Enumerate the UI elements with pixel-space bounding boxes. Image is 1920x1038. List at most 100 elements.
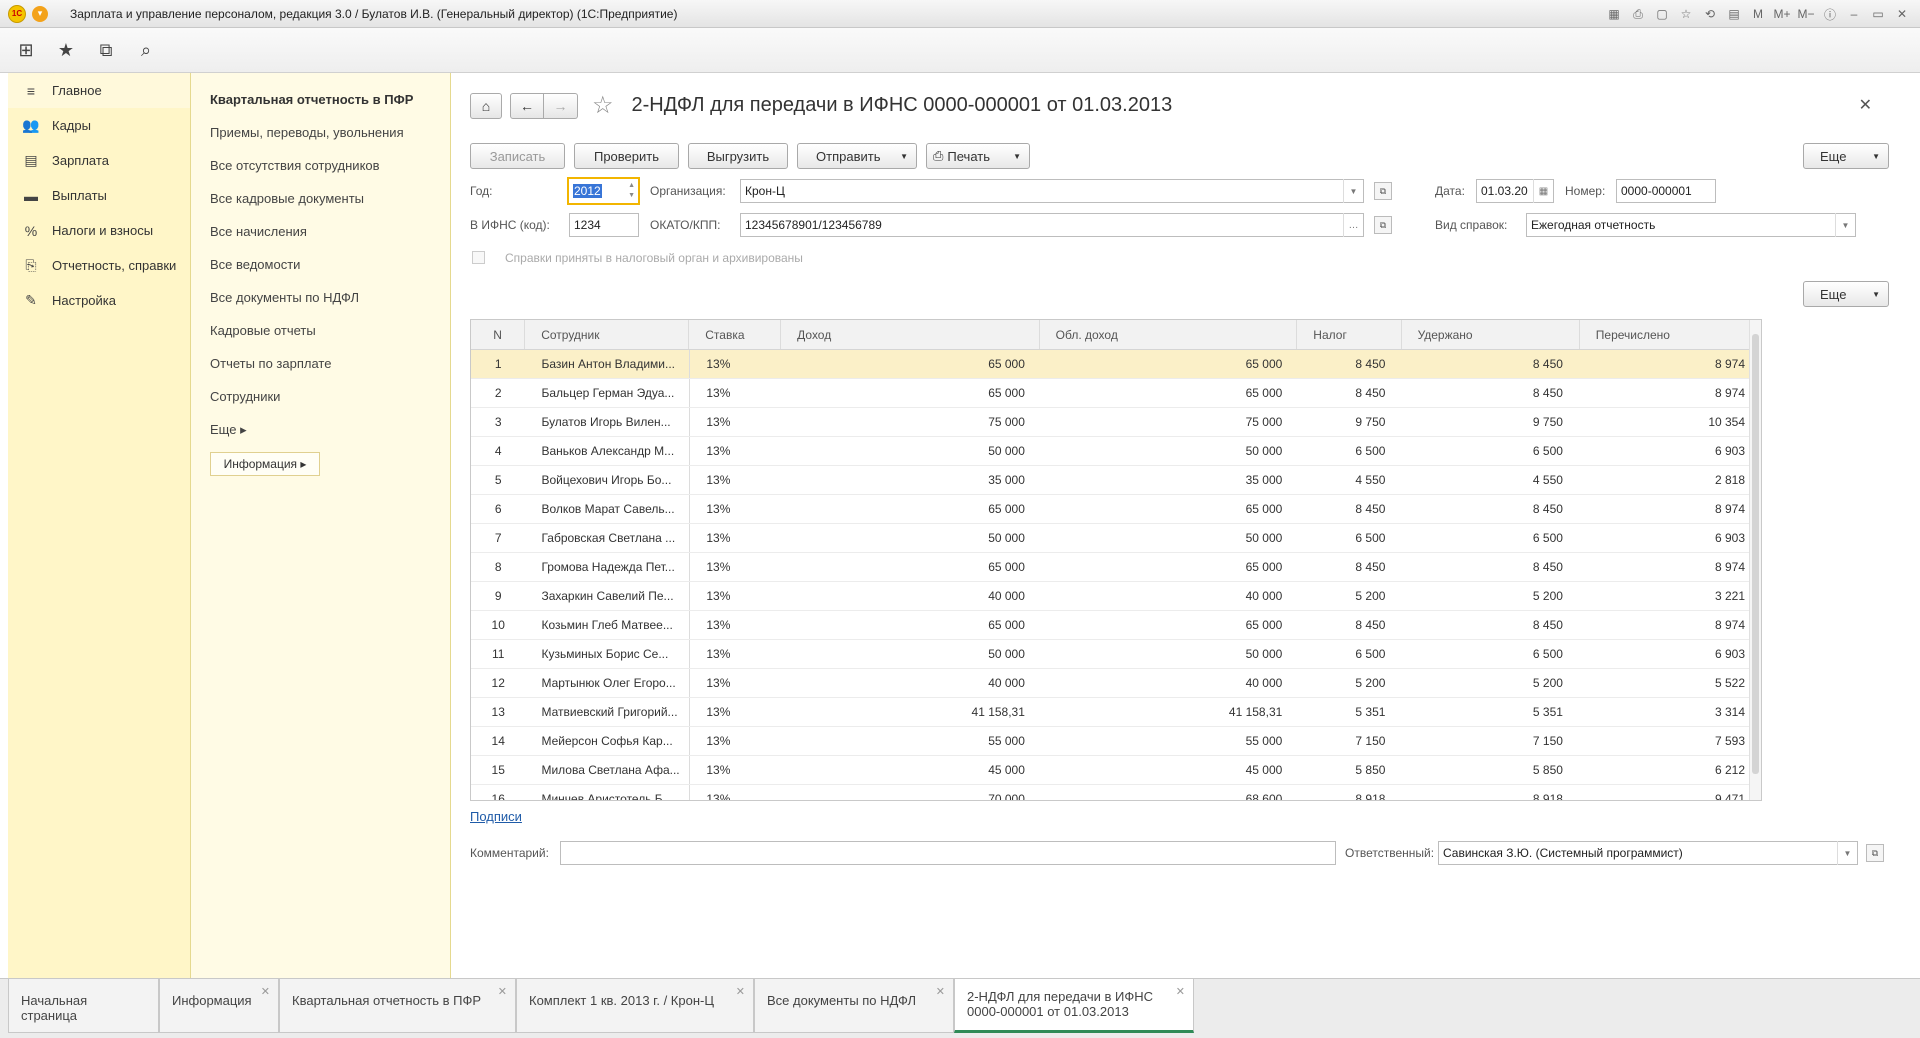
memory-minus-icon[interactable]: M− — [1796, 4, 1816, 24]
sidebar-item-main[interactable]: ≡ Главное — [8, 73, 190, 108]
print-icon[interactable]: ⎙ — [1628, 4, 1648, 24]
open-organization-icon[interactable]: ⧉ — [1374, 182, 1392, 200]
sidebar-item-payments[interactable]: ▬ Выплаты — [8, 178, 190, 213]
column-header-transferred[interactable]: Перечислено — [1580, 320, 1761, 349]
dropdown-icon[interactable]: ▼ — [1343, 179, 1363, 203]
info-button[interactable]: Информация ▸ — [210, 452, 320, 476]
sidebar-item-settings[interactable]: ✎ Настройка — [8, 283, 190, 318]
column-header-taxable-income[interactable]: Обл. доход — [1040, 320, 1298, 349]
home-button[interactable]: ⌂ — [470, 92, 502, 119]
sidebar-item-hr[interactable]: 👥 Кадры — [8, 108, 190, 143]
nav-link[interactable]: Квартальная отчетность в ПФР — [191, 83, 450, 116]
organization-field[interactable]: Крон-Ц ▼ — [740, 179, 1364, 203]
table-row[interactable]: 6 Волков Марат Савель... 13% 65 000 65 000 8 … — [471, 495, 1761, 524]
table-scrollbar[interactable] — [1749, 320, 1761, 800]
tab-current-document[interactable]: 2-НДФЛ для передачи в ИФНС 0000-000001 о… — [954, 979, 1194, 1033]
date-field[interactable]: 01.03.20 ▦ — [1476, 179, 1554, 203]
maximize-icon[interactable]: ▭ — [1868, 4, 1888, 24]
main-menu-icon[interactable]: ▾ — [32, 5, 48, 22]
table-row[interactable]: 13 Матвиевский Григорий... 13% 41 158,31 41 … — [471, 698, 1761, 727]
grid-menu-icon[interactable]: ⊞ — [14, 38, 38, 62]
check-button[interactable]: Проверить — [574, 143, 679, 169]
table-row[interactable]: 5 Войцехович Игорь Бо... 13% 35 000 35 000 4 … — [471, 466, 1761, 495]
table-row[interactable]: 7 Габровская Светлана ... 13% 50 000 50 000 6… — [471, 524, 1761, 553]
memory-m-icon[interactable]: M — [1748, 4, 1768, 24]
tab-pfr-report[interactable]: Квартальная отчетность в ПФР ✕ — [279, 979, 516, 1033]
history-icon[interactable]: ⧉ — [94, 38, 118, 62]
open-responsible-icon[interactable]: ⧉ — [1866, 844, 1884, 862]
spinner-icon[interactable]: ▲ ▼ — [628, 181, 635, 201]
okato-field[interactable]: 12345678901/123456789 … — [740, 213, 1364, 237]
print-button[interactable]: ⎙ Печать ▼ — [926, 143, 1030, 169]
ifns-field[interactable]: 1234 — [569, 213, 639, 237]
nav-link[interactable]: Приемы, переводы, увольнения — [191, 116, 450, 149]
memory-plus-icon[interactable]: M+ — [1772, 4, 1792, 24]
back-button[interactable]: ← — [510, 92, 544, 119]
tab-ndfl-docs[interactable]: Все документы по НДФЛ ✕ — [754, 979, 954, 1033]
scrollbar-thumb[interactable] — [1752, 334, 1759, 774]
nav-link[interactable]: Все начисления — [191, 215, 450, 248]
search-icon[interactable]: ⌕ — [134, 38, 158, 62]
column-header-income[interactable]: Доход — [781, 320, 1040, 349]
open-okato-icon[interactable]: ⧉ — [1374, 216, 1392, 234]
info-icon[interactable]: ⓘ — [1820, 4, 1840, 24]
calendar-icon[interactable]: ▦ — [1533, 179, 1553, 203]
more-button[interactable]: Еще ▼ — [1803, 143, 1889, 169]
dropdown-icon[interactable]: ▼ — [1837, 841, 1857, 865]
ellipsis-icon[interactable]: … — [1343, 213, 1363, 237]
table-row[interactable]: 1 Базин Антон Владими... 13% 65 000 65 000 8 … — [471, 350, 1761, 379]
sidebar-item-taxes[interactable]: % Налоги и взносы — [8, 213, 190, 248]
tab-kit[interactable]: Комплект 1 кв. 2013 г. / Крон-Ц ✕ — [516, 979, 754, 1033]
close-tab-icon[interactable]: ✕ — [1176, 985, 1185, 998]
close-tab-icon[interactable]: ✕ — [498, 985, 507, 998]
number-field[interactable]: 0000-000001 — [1616, 179, 1716, 203]
nav-link[interactable]: Кадровые отчеты — [191, 314, 450, 347]
tab-start-page[interactable]: Начальная страница — [8, 979, 159, 1033]
export-button[interactable]: Выгрузить — [688, 143, 788, 169]
table-row[interactable]: 10 Козьмин Глеб Матвее... 13% 65 000 65 000 8… — [471, 611, 1761, 640]
favorite-icon[interactable]: ☆ — [1676, 4, 1696, 24]
close-tab-icon[interactable]: ✕ — [261, 985, 270, 998]
send-button[interactable]: Отправить ▼ — [797, 143, 917, 169]
comment-field[interactable] — [560, 841, 1336, 865]
app-logo-icon[interactable]: 1С — [8, 4, 26, 23]
nav-link[interactable]: Все документы по НДФЛ — [191, 281, 450, 314]
table-row[interactable]: 3 Булатов Игорь Вилен... 13% 75 000 75 000 9 … — [471, 408, 1761, 437]
table-row[interactable]: 12 Мартынюк Олег Егоро... 13% 40 000 40 000 5… — [471, 669, 1761, 698]
column-header-withheld[interactable]: Удержано — [1402, 320, 1580, 349]
column-header-tax[interactable]: Налог — [1297, 320, 1402, 349]
nav-link[interactable]: Все отсутствия сотрудников — [191, 149, 450, 182]
close-tab-icon[interactable]: ✕ — [936, 985, 945, 998]
table-row[interactable]: 14 Мейерсон Софья Кар... 13% 55 000 55 000 7 … — [471, 727, 1761, 756]
nav-link[interactable]: Отчеты по зарплате — [191, 347, 450, 380]
save-button[interactable]: Записать — [470, 143, 565, 169]
table-row[interactable]: 9 Захаркин Савелий Пе... 13% 40 000 40 000 5 … — [471, 582, 1761, 611]
table-row[interactable]: 2 Бальцер Герман Эдуа... 13% 65 000 65 000 8 … — [471, 379, 1761, 408]
tab-information[interactable]: Информация ✕ — [159, 979, 279, 1033]
page-icon[interactable]: ▢ — [1652, 4, 1672, 24]
nav-link[interactable]: Сотрудники — [191, 380, 450, 413]
sidebar-item-reports[interactable]: ⎘ Отчетность, справки — [8, 248, 190, 283]
nav-link[interactable]: Все ведомости — [191, 248, 450, 281]
archived-checkbox[interactable] — [472, 251, 485, 264]
column-header-n[interactable]: N — [471, 320, 526, 349]
table-row[interactable]: 4 Ваньков Александр М... 13% 50 000 50 000 6 … — [471, 437, 1761, 466]
nav-more-link[interactable]: Еще ▸ — [191, 413, 450, 446]
responsible-field[interactable]: Савинская З.Ю. (Системный программист) ▼ — [1438, 841, 1858, 865]
close-window-icon[interactable]: ✕ — [1892, 4, 1912, 24]
table-row[interactable]: 16 Минчев Аристотель Б... 13% 70 000 68 600 8… — [471, 785, 1761, 800]
year-field[interactable]: 2012 ▲ ▼ — [567, 177, 640, 205]
column-header-employee[interactable]: Сотрудник — [525, 320, 690, 349]
favorite-star-icon[interactable]: ☆ — [592, 91, 614, 120]
column-header-rate[interactable]: Ставка — [689, 320, 782, 349]
favorites-star-icon[interactable]: ★ — [54, 38, 78, 62]
close-icon[interactable]: ✕ — [1859, 95, 1872, 115]
dropdown-icon[interactable]: ▼ — [1835, 213, 1855, 237]
table-row[interactable]: 8 Громова Надежда Пет... 13% 65 000 65 000 8 … — [471, 553, 1761, 582]
nav-link[interactable]: Все кадровые документы — [191, 182, 450, 215]
history-icon[interactable]: ⟲ — [1700, 4, 1720, 24]
table-row[interactable]: 11 Кузьминых Борис Се... 13% 50 000 50 000 6 … — [471, 640, 1761, 669]
sidebar-item-salary[interactable]: ▤ Зарплата — [8, 143, 190, 178]
signers-link[interactable]: Подписи — [470, 809, 522, 824]
kind-select[interactable]: Ежегодная отчетность ▼ — [1526, 213, 1856, 237]
